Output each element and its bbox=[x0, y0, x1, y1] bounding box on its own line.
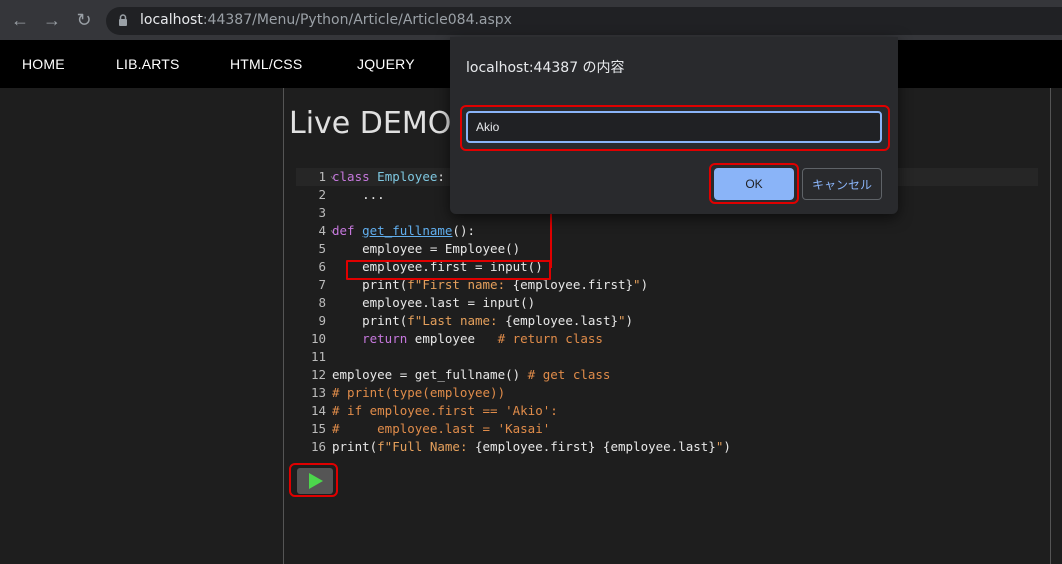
nav-item-lib-arts[interactable]: LIB.ARTS bbox=[116, 56, 180, 72]
lock-icon bbox=[119, 14, 127, 26]
nav-item-jquery[interactable]: JQUERY bbox=[357, 56, 415, 72]
back-arrow-icon[interactable]: ← bbox=[10, 10, 30, 30]
code-line: 13 # print(type(employee)) bbox=[310, 385, 506, 400]
annotation-box-run bbox=[289, 463, 338, 497]
reload-icon[interactable]: ↻ bbox=[74, 10, 94, 30]
nav-item-html-css[interactable]: HTML/CSS bbox=[230, 56, 302, 72]
code-line: 10 return employee # return class bbox=[310, 331, 603, 346]
code-line: 15 # employee.last = 'Kasai' bbox=[310, 421, 551, 436]
annotation-box-ok bbox=[709, 163, 799, 204]
code-line: 4 ⌄ def get_fullname(): bbox=[318, 223, 475, 238]
code-line: 11 bbox=[310, 349, 326, 364]
address-bar[interactable]: localhost:44387/Menu/Python/Article/Arti… bbox=[106, 7, 1062, 35]
dialog-title: localhost:44387 の内容 bbox=[466, 60, 625, 76]
nav-item-home[interactable]: HOME bbox=[22, 56, 65, 72]
code-line: 12 employee = get_fullname() # get class bbox=[310, 367, 611, 382]
forward-arrow-icon[interactable]: → bbox=[42, 10, 62, 30]
code-line: 14 # if employee.first == 'Akio': bbox=[310, 403, 558, 418]
url-text: localhost:44387/Menu/Python/Article/Arti… bbox=[140, 12, 512, 28]
code-line: 9 print(f"Last name: {employee.last}") bbox=[318, 313, 634, 328]
browser-toolbar: ← → ↻ localhost:44387/Menu/Python/Articl… bbox=[0, 0, 1062, 40]
annotation-box-input bbox=[460, 105, 890, 151]
cancel-button[interactable]: キャンセル bbox=[802, 168, 882, 200]
page-title: Live DEMO bbox=[289, 106, 452, 141]
annotation-box-input-line bbox=[346, 260, 551, 280]
code-line: 8 employee.last = input() bbox=[318, 295, 536, 310]
code-line: 5 employee = Employee() bbox=[318, 241, 521, 256]
code-line: 16 print(f"Full Name: {employee.first} {… bbox=[310, 439, 731, 454]
